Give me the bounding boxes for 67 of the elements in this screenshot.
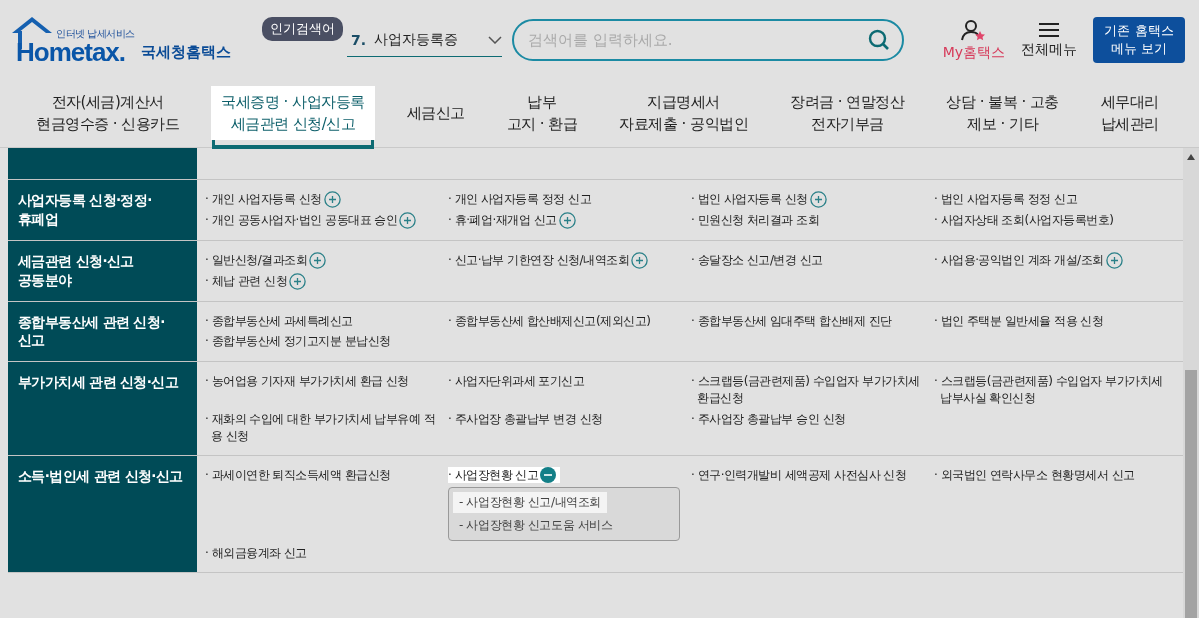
- category-title: 소득·법인세 관련 신청·신고: [8, 455, 197, 573]
- nav-tab[interactable]: 세금신고: [396, 86, 475, 140]
- menu-link[interactable]: · 스크랩등(금관련제품) 수입업자 부가가치세 납부사실 확인신청: [934, 373, 1169, 407]
- menu-link[interactable]: · 사업자상태 조회(사업자등록번호): [934, 212, 1114, 229]
- menu-link[interactable]: · 민원신청 처리결과 조회: [691, 212, 820, 229]
- user-star-icon: [960, 18, 987, 41]
- menu-link[interactable]: · 농어업용 기자재 부가가치세 환급 신청: [205, 373, 409, 391]
- menu-link[interactable]: · 주사업장 총괄납부 승인 신청: [691, 410, 846, 428]
- menu-link[interactable]: · 법인 사업자등록 정정 신고: [934, 191, 1078, 208]
- menu-link[interactable]: · 사업용·공익법인 계좌 개설/조회: [934, 251, 1104, 269]
- menu-icon: [1039, 21, 1059, 38]
- menu-link[interactable]: · 법인 사업자등록 신청: [691, 191, 808, 208]
- menu-link[interactable]: · 사업자단위과세 포기신고: [448, 373, 585, 391]
- menu-link[interactable]: · 체납 관련 신청: [205, 272, 288, 290]
- expand-icon[interactable]: [399, 212, 417, 229]
- popular-search-badge: 인기검색어: [262, 17, 343, 41]
- expand-icon[interactable]: [309, 251, 327, 269]
- scroll-thumb[interactable]: [1185, 370, 1197, 618]
- menu-link[interactable]: · 개인 사업자등록 신청: [205, 191, 322, 208]
- logo-wordmark[interactable]: Hometax.: [16, 39, 126, 65]
- scroll-up-icon[interactable]: [1187, 154, 1195, 160]
- nav-tab[interactable]: 세무대리 납세관리: [1090, 86, 1169, 140]
- nav-tab[interactable]: 전자(세금)계산서 현금영수증 · 신용카드: [26, 86, 190, 140]
- popular-search-dropdown[interactable]: 7. 사업자등록증: [347, 23, 502, 57]
- nav-tab[interactable]: 상담 · 불복 · 고충 제보 · 기타: [936, 86, 1069, 140]
- expand-icon[interactable]: [631, 251, 649, 269]
- menu-link[interactable]: · 송달장소 신고/변경 신고: [691, 251, 823, 269]
- expand-icon[interactable]: [289, 272, 307, 290]
- menu-link[interactable]: · 외국법인 연락사무소 현황명세서 신고: [934, 466, 1135, 484]
- menu-link[interactable]: · 신고·납부 기한연장 신청/내역조회: [448, 251, 630, 269]
- category-title: 종합부동산세 관련 신청· 신고: [8, 301, 197, 362]
- menu-link[interactable]: · 스크랩등(금관련제품) 수입업자 부가가치세 환급신청: [691, 373, 926, 407]
- menu-link[interactable]: · 종합부동산세 과세특례신고: [205, 312, 353, 330]
- menu-link[interactable]: · 개인 공동사업자·법인 공동대표 승인: [205, 212, 398, 229]
- category-title: 사업자등록 신청·정정· 휴폐업: [8, 180, 197, 240]
- collapse-icon[interactable]: [540, 466, 557, 483]
- menu-link[interactable]: · 종합부동산세 임대주택 합산배제 진단: [691, 312, 892, 330]
- menu-link[interactable]: · 주사업장 총괄납부 변경 신청: [448, 410, 603, 428]
- submenu-item[interactable]: - 사업장현황 신고/내역조회: [453, 492, 607, 514]
- full-menu-button[interactable]: 전체메뉴: [1021, 21, 1077, 59]
- expand-icon[interactable]: [1105, 251, 1123, 269]
- menu-link[interactable]: · 개인 사업자등록 정정 신고: [448, 191, 592, 208]
- chevron-down-icon: [488, 35, 502, 44]
- search-icon[interactable]: [868, 29, 890, 51]
- expand-icon[interactable]: [558, 212, 576, 229]
- menu-link[interactable]: · 연구·인력개발비 세액공제 사전심사 신청: [691, 466, 907, 484]
- expand-icon[interactable]: [809, 191, 827, 208]
- menu-link[interactable]: · 휴·폐업·재개업 신고: [448, 212, 557, 229]
- menu-link[interactable]: · 종합부동산세 합산배제신고(제외신고): [448, 312, 651, 330]
- menu-link[interactable]: · 종합부동산세 정기고지분 분납신청: [205, 333, 391, 351]
- expand-icon[interactable]: [323, 191, 341, 208]
- category-title: 세금관련 신청·신고 공동분야: [8, 240, 197, 301]
- legacy-menu-button[interactable]: 기존 홈택스 메뉴 보기: [1093, 17, 1185, 63]
- scrollbar[interactable]: [1183, 148, 1199, 618]
- logo-tagline: 인터넷 납세서비스: [56, 27, 135, 41]
- submenu-item[interactable]: - 사업장현황 신고도움 서비스: [453, 515, 619, 537]
- logo-title[interactable]: 국세청홈택스: [140, 43, 231, 62]
- menu-link[interactable]: · 법인 주택분 일반세율 적용 신청: [934, 312, 1104, 330]
- nav-tab[interactable]: 납부 고지 · 환급: [496, 86, 588, 140]
- menu-link[interactable]: · 일반신청/결과조회: [205, 251, 308, 269]
- menu-link[interactable]: · 재화의 수입에 대한 부가가치세 납부유예 적용 신청: [205, 410, 440, 445]
- menu-link[interactable]: · 과세이연한 퇴직소득세액 환급신청: [205, 466, 391, 484]
- nav-tab[interactable]: 지급명세서 자료제출 · 공익법인: [609, 86, 759, 140]
- menu-link[interactable]: · 해외금융계좌 신고: [205, 545, 307, 563]
- nav-tab[interactable]: 장려금 · 연말정산 전자기부금: [780, 86, 915, 140]
- category-title: 부가가치세 관련 신청·신고: [8, 362, 197, 455]
- my-hometax-button[interactable]: My홈택스: [942, 18, 1005, 62]
